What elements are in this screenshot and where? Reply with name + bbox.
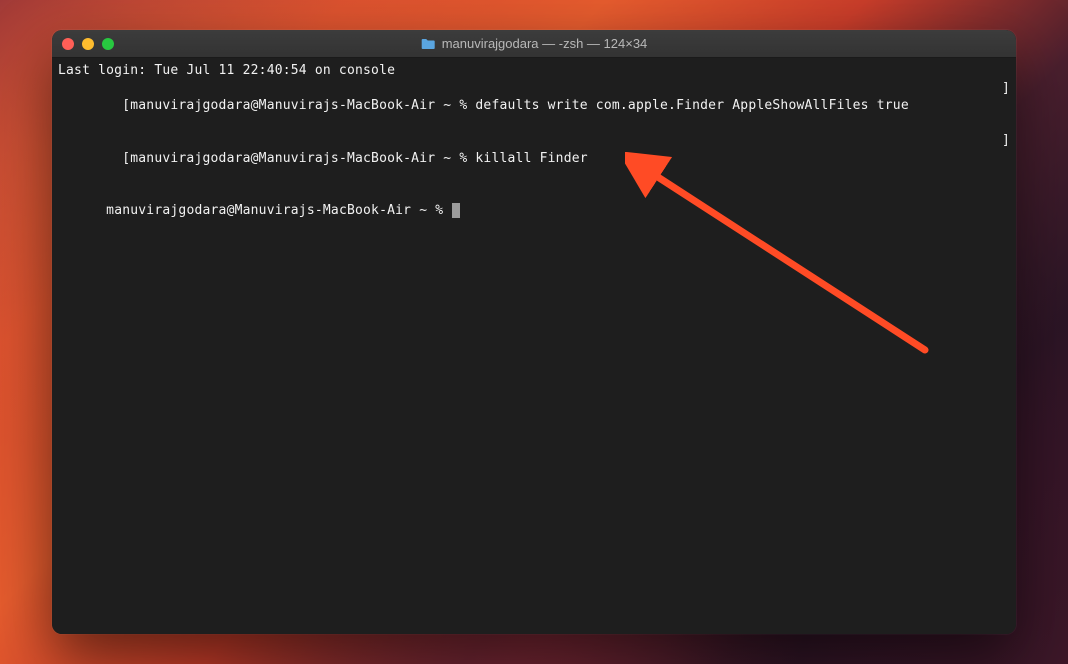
current-prompt-line[interactable]: manuvirajgodara@Manuvirajs-MacBook-Air ~…: [58, 185, 1010, 238]
minimize-button[interactable]: [82, 38, 94, 50]
last-login-line: Last login: Tue Jul 11 22:40:54 on conso…: [58, 62, 1010, 80]
terminal-line: [manuvirajgodara@Manuvirajs-MacBook-Air …: [58, 132, 1010, 185]
window-title-container: manuvirajgodara — -zsh — 124×34: [421, 36, 648, 51]
terminal-content[interactable]: Last login: Tue Jul 11 22:40:54 on conso…: [52, 58, 1016, 634]
traffic-lights: [62, 38, 114, 50]
terminal-window: manuvirajgodara — -zsh — 124×34 Last log…: [52, 30, 1016, 634]
close-button[interactable]: [62, 38, 74, 50]
command-text: killall Finder: [475, 151, 587, 166]
prompt: manuvirajgodara@Manuvirajs-MacBook-Air ~…: [130, 98, 475, 113]
prompt: manuvirajgodara@Manuvirajs-MacBook-Air ~…: [130, 151, 475, 166]
cursor: [452, 203, 460, 218]
title-bar[interactable]: manuvirajgodara — -zsh — 124×34: [52, 30, 1016, 58]
command-text: defaults write com.apple.Finder AppleSho…: [475, 98, 908, 113]
folder-icon: [421, 38, 436, 50]
prompt: manuvirajgodara@Manuvirajs-MacBook-Air ~…: [106, 203, 451, 218]
window-title: manuvirajgodara — -zsh — 124×34: [442, 36, 648, 51]
bracket-close: ]: [1002, 132, 1010, 185]
bracket-close: ]: [1002, 80, 1010, 133]
zoom-button[interactable]: [102, 38, 114, 50]
terminal-line: [manuvirajgodara@Manuvirajs-MacBook-Air …: [58, 80, 1010, 133]
